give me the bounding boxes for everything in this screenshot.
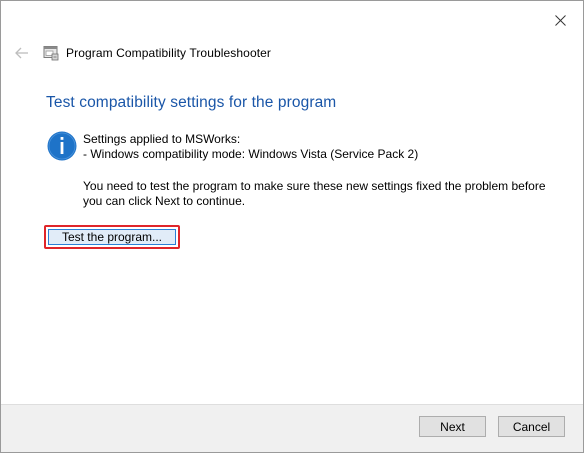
back-button[interactable]	[13, 44, 31, 62]
close-button[interactable]	[549, 9, 571, 31]
close-icon	[554, 14, 566, 26]
troubleshooter-app-icon	[43, 46, 59, 61]
window-title: Program Compatibility Troubleshooter	[66, 46, 272, 60]
instruction-text: You need to test the program to make sur…	[83, 179, 546, 208]
compatibility-mode-label: - Windows compatibility mode: Windows Vi…	[83, 147, 419, 161]
page-heading: Test compatibility settings for the prog…	[46, 94, 337, 111]
settings-summary: Settings applied to MSWorks: - Windows c…	[83, 132, 418, 162]
info-icon	[47, 131, 77, 161]
cancel-button[interactable]: Cancel	[498, 416, 565, 437]
settings-applied-label: Settings applied to MSWorks:	[83, 132, 241, 146]
footer-bar: Next Cancel	[1, 404, 583, 452]
troubleshooter-window: Program Compatibility Troubleshooter Tes…	[0, 0, 584, 453]
window-header: Program Compatibility Troubleshooter	[13, 42, 271, 64]
test-button-highlight: Test the program...	[44, 225, 180, 249]
next-button[interactable]: Next	[419, 416, 486, 437]
test-program-button[interactable]: Test the program...	[48, 229, 176, 245]
back-arrow-icon	[15, 47, 28, 59]
